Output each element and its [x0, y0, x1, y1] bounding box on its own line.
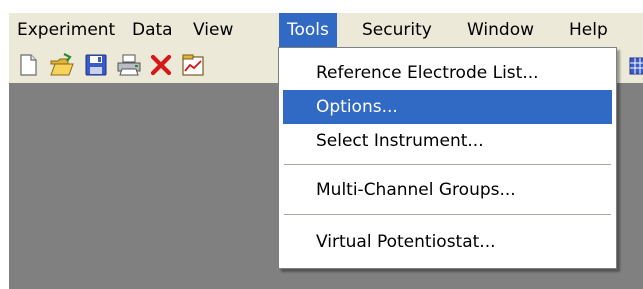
- menu-security[interactable]: Security: [354, 13, 440, 47]
- save-icon: [85, 54, 107, 76]
- menu-item-options[interactable]: Options...: [283, 90, 612, 124]
- open-folder-icon: [50, 53, 74, 76]
- open-button[interactable]: [49, 52, 75, 78]
- delete-button[interactable]: [148, 52, 174, 78]
- menu-view[interactable]: View: [185, 13, 241, 47]
- chart-button[interactable]: [180, 52, 206, 78]
- menu-separator: [284, 164, 611, 166]
- print-icon: [117, 54, 141, 76]
- delete-icon: [150, 54, 172, 76]
- menu-item-virtual-potentiostat[interactable]: Virtual Potentiostat...: [283, 225, 612, 259]
- tools-dropdown-menu: Reference Electrode List... Options... S…: [278, 47, 617, 269]
- menu-tools[interactable]: Tools: [279, 13, 337, 47]
- grid-icon: [629, 57, 643, 75]
- menu-data[interactable]: Data: [124, 13, 181, 47]
- menu-experiment[interactable]: Experiment: [9, 13, 123, 47]
- chart-icon: [182, 54, 204, 76]
- menu-item-select-instrument[interactable]: Select Instrument...: [283, 124, 612, 158]
- menu-separator: [284, 214, 611, 216]
- menu-window[interactable]: Window: [459, 13, 542, 47]
- menu-help[interactable]: Help: [561, 13, 616, 47]
- save-button[interactable]: [83, 52, 109, 78]
- grid-button[interactable]: [629, 57, 643, 75]
- new-file-icon: [20, 54, 37, 76]
- menu-bar: Experiment Data View Tools Security Wind…: [9, 13, 643, 47]
- print-button[interactable]: [116, 52, 142, 78]
- menu-item-multi-channel-groups[interactable]: Multi-Channel Groups...: [283, 173, 612, 207]
- application-window: Experiment Data View Tools Security Wind…: [0, 0, 643, 289]
- menu-item-reference-electrode-list[interactable]: Reference Electrode List...: [283, 56, 612, 90]
- new-file-button[interactable]: [15, 52, 41, 78]
